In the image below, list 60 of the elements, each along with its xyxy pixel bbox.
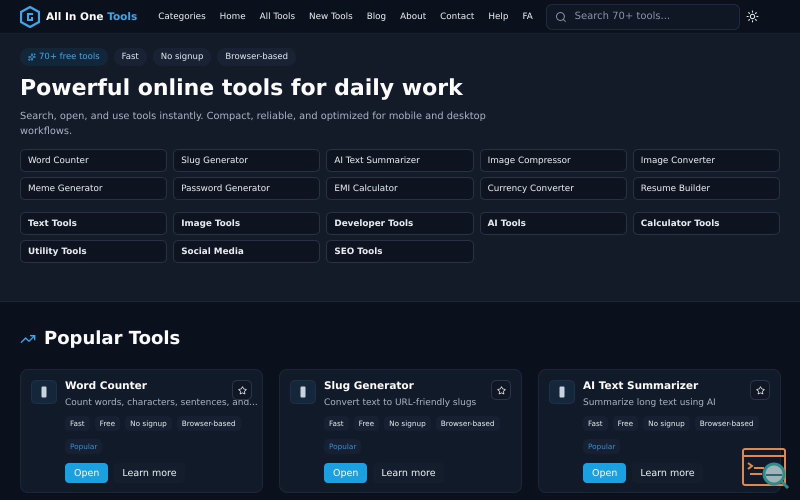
search-icon xyxy=(554,10,567,22)
nav-link[interactable]: Blog xyxy=(360,12,394,22)
feature-badge: Browser-based xyxy=(217,48,296,66)
tool-link[interactable]: Meme Generator xyxy=(20,177,168,200)
nav-link[interactable]: Help xyxy=(481,12,516,22)
search-field[interactable]: Search 70+ tools... xyxy=(572,10,731,23)
favorite-button[interactable] xyxy=(750,380,770,400)
tool-link[interactable]: EMI Calculator xyxy=(326,177,474,200)
learn-more-button[interactable]: Learn more xyxy=(373,463,444,483)
tool-name: Word Counter xyxy=(65,380,147,392)
tool-icon xyxy=(290,380,316,404)
nav-link[interactable]: Contact xyxy=(433,12,482,22)
learn-more-button[interactable]: Learn more xyxy=(632,463,703,483)
tool-link[interactable]: Word Counter xyxy=(20,149,168,172)
tool-icon xyxy=(31,380,57,404)
tool-link[interactable]: Image Compressor xyxy=(480,149,627,172)
nav-link[interactable]: All Tools xyxy=(252,12,302,22)
category-link[interactable]: Utility Tools xyxy=(20,240,168,263)
tool-link[interactable]: AI Text Summarizer xyxy=(326,149,474,172)
nav-link[interactable]: FA xyxy=(515,12,540,22)
tool-description: Summarize long text using AI xyxy=(583,398,717,408)
nav-link[interactable]: Home xyxy=(212,12,253,22)
learn-more-button[interactable]: Learn more xyxy=(114,463,185,483)
tool-link[interactable]: Password Generator xyxy=(173,177,320,200)
logo-icon xyxy=(20,6,40,28)
tool-link[interactable]: Resume Builder xyxy=(632,177,780,200)
hero-title: Powerful online tools for daily work xyxy=(20,76,464,101)
favorite-button[interactable] xyxy=(491,380,511,400)
sparkle-icon xyxy=(28,53,36,61)
tool-link[interactable]: Slug Generator xyxy=(173,149,320,172)
category-link[interactable]: Image Tools xyxy=(173,212,320,235)
tool-link[interactable]: Image Converter xyxy=(632,149,780,172)
tool-description: Convert text to URL-friendly slugs xyxy=(324,398,478,408)
section-title: Popular Tools xyxy=(44,328,180,349)
search-bar[interactable]: Search 70+ tools... xyxy=(546,4,740,30)
star-icon xyxy=(238,386,246,394)
nav-link[interactable]: New Tools xyxy=(302,12,360,22)
tool-link[interactable]: Currency Converter xyxy=(480,177,627,200)
category-link[interactable]: Social Media xyxy=(173,240,320,263)
favorite-button[interactable] xyxy=(232,380,252,400)
category-link[interactable]: Text Tools xyxy=(20,212,168,235)
theme-toggle-icon[interactable] xyxy=(746,10,759,23)
star-icon xyxy=(756,386,764,394)
browser-search-icon[interactable] xyxy=(742,448,790,490)
feature-badge: Fast xyxy=(114,48,147,66)
tool-description: Count words, characters, sentences, and... xyxy=(65,398,258,408)
feature-badge: No signup xyxy=(152,48,212,66)
nav-link[interactable]: Categories xyxy=(151,12,213,22)
category-link[interactable]: SEO Tools xyxy=(326,240,474,263)
hero-subtitle: Search, open, and use tools instantly. Compact, reliable, and optimized for mobile and desktop workflows. xyxy=(20,110,487,139)
brand-name[interactable]: All In One Tools xyxy=(46,10,138,22)
star-icon xyxy=(496,386,506,394)
tool-name: Slug Generator xyxy=(324,380,414,392)
category-link[interactable]: Calculator Tools xyxy=(632,212,780,235)
feature-badge: 70+ free tools xyxy=(20,48,108,66)
tool-name: AI Text Summarizer xyxy=(583,380,698,392)
tool-icon xyxy=(549,380,575,404)
category-link[interactable]: AI Tools xyxy=(480,212,627,235)
nav-link[interactable]: About xyxy=(393,12,434,22)
category-link[interactable]: Developer Tools xyxy=(326,212,474,235)
